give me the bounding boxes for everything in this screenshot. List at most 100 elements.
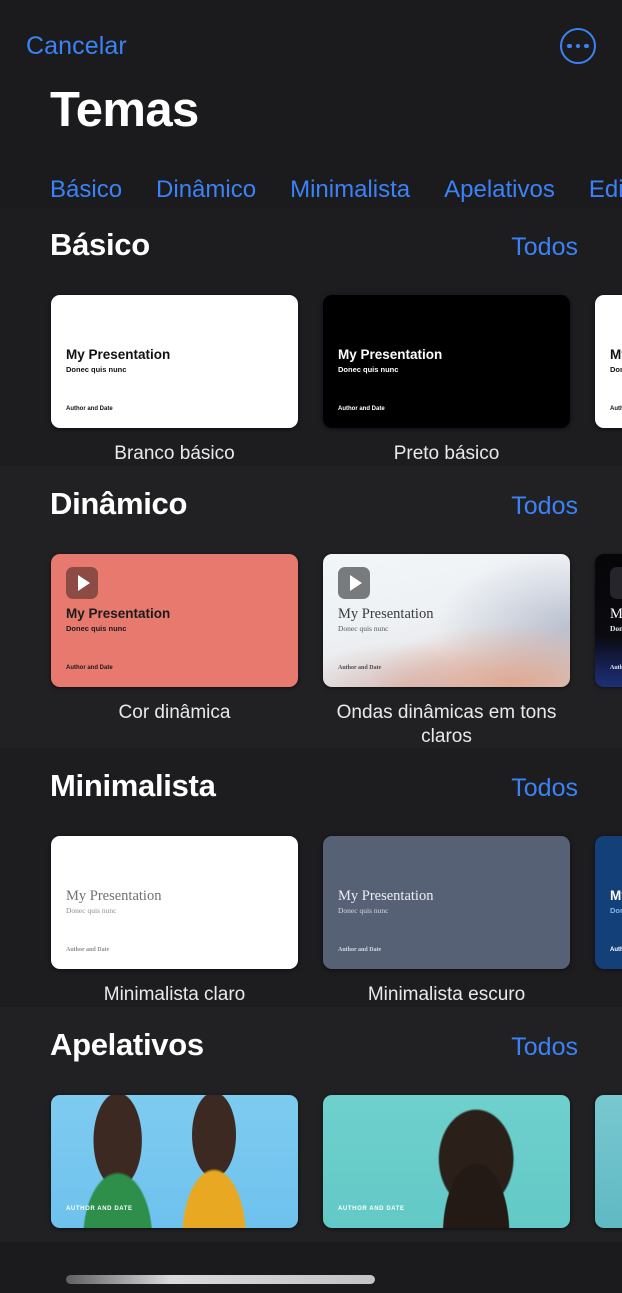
more-options-icon[interactable] (560, 28, 596, 64)
theme-card[interactable]: My PresentationDonec quis nunc Author and… (323, 836, 570, 1007)
slide-title: My Presentation (338, 347, 443, 362)
slide-title: My Presentation (66, 888, 162, 905)
slide-title: My Presentation (610, 888, 622, 904)
category-tab-strip[interactable]: Básico Dinâmico Minimalista Apelativos Edito (0, 173, 622, 207)
theme-thumbnail[interactable]: My Presentation Donec quis nunc Author and… (51, 553, 298, 687)
see-all-button[interactable]: Todos (511, 774, 578, 803)
slide-subtitle: Donec quis nunc (610, 623, 622, 633)
slide-title: My Presentation (338, 605, 434, 622)
theme-carousel[interactable]: AUTHOR AND DATE AUTHOR AND DATE AUTHOR AND… (0, 1073, 622, 1242)
theme-label: Minimalista escuro (367, 984, 526, 1006)
slide-author: Author and Date (610, 406, 622, 412)
page-title: Temas (50, 83, 199, 137)
theme-carousel[interactable]: My Presentation Donec quis nunc Author and… (0, 814, 622, 1007)
horizontal-scrollbar[interactable] (66, 1275, 375, 1284)
theme-card[interactable]: My Presentation Donec quis nunc Author and… (595, 836, 622, 1007)
slide-title: My Presentation (610, 605, 622, 622)
theme-section: Básico Todos My Presentation Donec quis nun… (0, 207, 622, 466)
slide-author: Author and Date (66, 947, 110, 954)
slide-author: Author and Date (66, 406, 113, 412)
section-title: Básico (50, 227, 150, 262)
tab-dinâmico[interactable]: Dinâmico (156, 176, 256, 204)
see-all-button[interactable]: Todos (511, 233, 578, 262)
tab-apelativos[interactable]: Apelativos (444, 176, 555, 204)
play-icon (610, 566, 622, 599)
section-header: Apelativos Todos (0, 1027, 622, 1073)
theme-label: Ondas dinâmicas em tons claros (336, 701, 557, 747)
slide-author: Author and Date (610, 947, 622, 954)
theme-card[interactable]: My Presentation Donec quis nunc Author and… (595, 295, 622, 466)
theme-card[interactable]: AUTHOR AND DATE (51, 1095, 298, 1242)
play-triangle (77, 574, 90, 591)
theme-section: Dinâmico Todos My Presentation Donec quis n… (0, 465, 622, 749)
section-header: Básico Todos (0, 227, 622, 273)
ellipsis-dot (575, 43, 581, 49)
slide-subtitle: Donec quis nunc (610, 906, 622, 916)
slide-subtitle: Donec quis nunc (66, 906, 117, 916)
tab-edito[interactable]: Edito (589, 176, 622, 204)
theme-label: Cor dinâmica (118, 701, 231, 723)
slide-subtitle: Donec quis nunc (66, 623, 127, 633)
slide-subtitle: Donec quis nunc (66, 365, 127, 374)
slide-title: My Presentation (66, 605, 171, 621)
slide-subtitle: Donec quis nunc (338, 623, 389, 633)
theme-card[interactable]: My Presentation Donec quis nunc Author and… (51, 553, 298, 749)
slide-subtitle: Donec quis nunc (338, 906, 389, 916)
slide-author: Author and Date (610, 664, 622, 671)
slide-author: Author and Date (338, 406, 385, 412)
ellipsis-dot (584, 43, 589, 49)
theme-card[interactable]: AUTHOR AND DATE (323, 1095, 570, 1242)
tab-minimalista[interactable]: Minimalista (290, 176, 410, 204)
theme-carousel[interactable]: My Presentation Donec quis nunc Author and… (0, 273, 622, 466)
play-icon (338, 566, 370, 599)
theme-card[interactable]: My PresentationDonec quis nunc Author and… (323, 553, 570, 749)
slide-title: My Presentation (338, 888, 434, 905)
theme-label: Branco básico (114, 443, 235, 464)
theme-thumbnail[interactable]: My Presentation Donec quis nunc Author and… (595, 836, 622, 970)
section-header: Dinâmico Todos (0, 486, 622, 532)
theme-thumbnail[interactable]: My PresentationDonec quis nunc Author and… (323, 836, 570, 970)
theme-card[interactable]: My PresentationDonec quis nunc Author and… (595, 553, 622, 749)
theme-section: Apelativos Todos AUTHOR AND DATE AUTHOR AND… (0, 1007, 622, 1242)
theme-thumbnail[interactable]: AUTHOR AND DATE (51, 1095, 298, 1228)
theme-label: Minimalista claro (103, 984, 246, 1006)
theme-card[interactable]: My Presentation Donec quis nunc Author and… (323, 295, 570, 466)
slide-author: AUTHOR AND DATE (338, 1206, 405, 1212)
see-all-button[interactable]: Todos (511, 492, 578, 521)
theme-thumbnail[interactable]: AUTHOR AND DATE (595, 1095, 622, 1228)
theme-card[interactable]: My Presentation Donec quis nunc Author and… (51, 295, 298, 466)
slide-author: Author and Date (66, 664, 113, 671)
play-triangle (349, 574, 362, 591)
theme-thumbnail[interactable]: My PresentationDonec quis nunc Author and… (51, 836, 298, 970)
cancel-button[interactable]: Cancelar (26, 32, 127, 61)
theme-sections: Básico Todos My Presentation Donec quis nun… (0, 207, 622, 1242)
theme-label: Preto básico (393, 443, 500, 464)
slide-title: My Presentation (66, 347, 171, 362)
theme-thumbnail[interactable]: My Presentation Donec quis nunc Author and… (323, 295, 570, 428)
ellipsis-dot (567, 43, 572, 49)
play-icon (66, 566, 98, 599)
theme-carousel[interactable]: My Presentation Donec quis nunc Author and… (0, 532, 622, 749)
theme-card[interactable]: My PresentationDonec quis nunc Author and… (51, 836, 298, 1007)
theme-section: Minimalista Todos My Presentation Donec qui… (0, 748, 622, 1007)
slide-author: Author and Date (338, 947, 382, 954)
slide-author: AUTHOR AND DATE (66, 1206, 133, 1212)
theme-card[interactable]: AUTHOR AND DATE (595, 1095, 622, 1242)
theme-thumbnail[interactable]: My PresentationDonec quis nunc Author and… (323, 553, 570, 687)
tab-básico[interactable]: Básico (50, 176, 122, 204)
theme-thumbnail[interactable]: AUTHOR AND DATE (323, 1095, 570, 1228)
slide-author: Author and Date (338, 664, 382, 671)
slide-title: My Presentation (610, 347, 622, 362)
section-title: Apelativos (50, 1027, 204, 1062)
slide-subtitle: Donec quis nunc (610, 365, 622, 374)
theme-thumbnail[interactable]: My Presentation Donec quis nunc Author and… (595, 295, 622, 428)
navigation-bar: Cancelar (0, 0, 622, 92)
theme-thumbnail[interactable]: My Presentation Donec quis nunc Author and… (51, 295, 298, 428)
section-title: Dinâmico (50, 485, 188, 521)
slide-subtitle: Donec quis nunc (338, 365, 399, 374)
see-all-button[interactable]: Todos (511, 1033, 578, 1062)
theme-picker-screen: Cancelar Temas Básico Dinâmico Minimalista… (0, 0, 622, 1293)
section-header: Minimalista Todos (0, 768, 622, 814)
theme-thumbnail[interactable]: My PresentationDonec quis nunc Author and… (595, 553, 622, 687)
section-title: Minimalista (50, 768, 216, 804)
